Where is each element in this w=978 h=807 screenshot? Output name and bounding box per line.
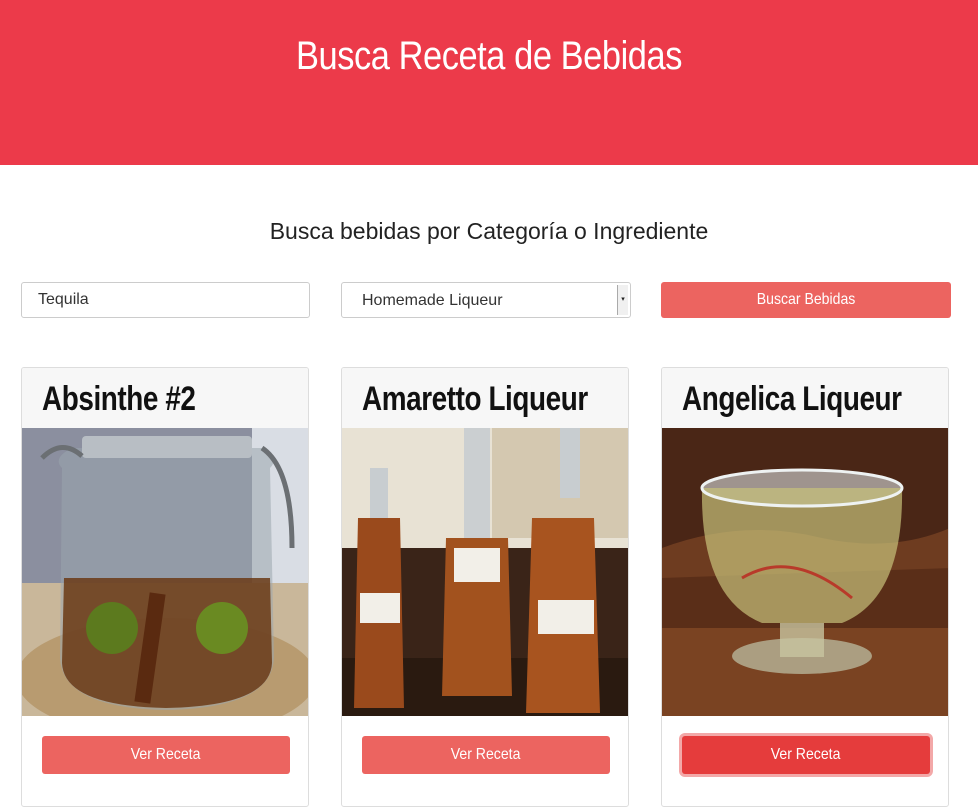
search-heading: Busca bebidas por Categoría o Ingredient…	[269, 218, 709, 244]
view-recipe-button[interactable]: Ver Receta	[362, 736, 610, 774]
category-select[interactable]: Homemade Liqueur ▾	[341, 282, 631, 318]
site-header: Busca Receta de Bebidas	[0, 0, 978, 165]
drink-image[interactable]	[22, 428, 308, 716]
search-drinks-button-label: Buscar Bebidas	[756, 291, 856, 308]
search-drinks-button[interactable]: Buscar Bebidas	[661, 282, 951, 318]
category-selected-value: Homemade Liqueur	[362, 292, 503, 309]
drink-card-header: Angelica Liqueur	[662, 368, 948, 429]
view-recipe-button[interactable]: Ver Receta	[42, 736, 290, 774]
page-title: Busca Receta de Bebidas	[296, 34, 682, 78]
ingredient-input[interactable]	[21, 282, 310, 318]
view-recipe-button[interactable]: Ver Receta	[682, 736, 930, 774]
dropdown-arrow-icon[interactable]: ▾	[617, 285, 628, 315]
drink-name: Angelica Liqueur	[682, 380, 902, 418]
drink-card: Amaretto Liqueur Ver Receta	[341, 367, 629, 807]
drink-image[interactable]	[342, 428, 628, 716]
drink-card: Absinthe #2 Ver Receta	[21, 367, 309, 807]
drink-card-header: Amaretto Liqueur	[342, 368, 628, 429]
view-recipe-label: Ver Receta	[771, 746, 841, 763]
drink-name: Amaretto Liqueur	[362, 380, 588, 418]
view-recipe-label: Ver Receta	[131, 746, 201, 763]
drink-image[interactable]	[662, 428, 948, 716]
view-recipe-label: Ver Receta	[451, 746, 521, 763]
drink-card: Angelica Liqueur Ver Receta	[661, 367, 949, 807]
drink-name: Absinthe #2	[42, 380, 196, 418]
drink-card-header: Absinthe #2	[22, 368, 308, 429]
